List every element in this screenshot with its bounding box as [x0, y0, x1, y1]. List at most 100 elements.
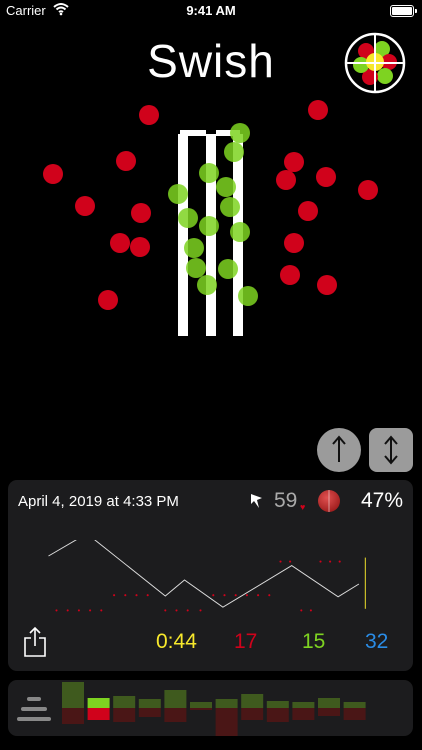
miss-marker	[276, 170, 296, 190]
history-bar-good	[87, 698, 110, 708]
history-bar-good	[62, 682, 84, 708]
hit-marker	[184, 238, 204, 258]
history-bar-bad	[343, 708, 366, 720]
trace-dot	[212, 594, 215, 597]
miss-marker	[110, 233, 130, 253]
history-bar-good	[343, 702, 366, 708]
up-arrow-icon	[332, 435, 346, 462]
history-bar-bad	[87, 708, 110, 720]
history-bar-bad	[138, 708, 161, 717]
history-bar-good	[138, 699, 161, 708]
hit-marker	[238, 286, 258, 306]
trace-dot	[175, 609, 178, 612]
trace-dot	[309, 609, 312, 612]
hit-marker	[199, 216, 219, 236]
battery-icon	[390, 5, 417, 17]
miss-marker	[280, 265, 300, 285]
miss-marker	[139, 105, 159, 125]
trace-dot	[135, 594, 138, 597]
trace-dot	[146, 594, 149, 597]
history-panel[interactable]	[8, 680, 413, 736]
miss-marker	[298, 201, 318, 221]
trace-dot	[234, 594, 237, 597]
session-timer: 0:44	[156, 630, 197, 653]
trace-dot	[66, 609, 69, 612]
up-down-arrow-icon	[384, 435, 398, 465]
share-icon[interactable]	[22, 626, 48, 658]
trace-line	[48, 540, 360, 608]
session-trace	[48, 540, 366, 612]
hit-marker	[230, 123, 250, 143]
app-logo-icon[interactable]	[344, 32, 406, 94]
miss-marker	[308, 100, 328, 120]
history-bar-good	[215, 699, 238, 708]
miss-marker	[317, 275, 337, 295]
session-date: April 4, 2019 at 4:33 PM	[18, 493, 179, 510]
history-bar-bad	[318, 708, 340, 716]
hit-marker	[220, 197, 240, 217]
miss-marker	[116, 151, 136, 171]
bowler-pin-icon	[251, 494, 262, 508]
history-bar-good	[266, 701, 289, 708]
hit-marker	[168, 184, 188, 204]
trace-dot	[113, 594, 116, 597]
miss-marker	[43, 164, 63, 184]
history-bar-good	[113, 696, 136, 708]
hit-marker	[197, 275, 217, 295]
miss-marker	[75, 196, 95, 216]
history-bar-bad	[113, 708, 136, 722]
miss-marker	[358, 180, 378, 200]
miss-marker	[284, 152, 304, 172]
miss-marker	[316, 167, 336, 187]
history-bar-chart	[62, 682, 366, 736]
trace-dot	[77, 609, 80, 612]
trace-dot	[199, 609, 202, 612]
trace-dot	[89, 609, 92, 612]
trace-dot	[245, 594, 248, 597]
trace-dot	[329, 560, 332, 563]
history-bar-good	[190, 702, 212, 708]
total-count: 32	[365, 630, 389, 653]
miss-count: 17	[234, 630, 258, 653]
session-panel[interactable]: April 4, 2019 at 4:33 PM 59 ♥ 47% 0:44 1…	[8, 480, 413, 671]
trace-dot	[338, 560, 341, 563]
trace-dot	[100, 609, 103, 612]
history-bar-bad	[164, 708, 187, 722]
history-bar-bad	[62, 708, 84, 724]
history-bar-bad	[292, 708, 315, 720]
hit-marker	[230, 222, 250, 242]
trace-dot	[300, 609, 303, 612]
status-bar: Carrier 9:41 AM	[0, 0, 422, 22]
both-direction-button[interactable]	[369, 428, 413, 472]
trace-dot	[223, 594, 226, 597]
accuracy-percent: 47%	[360, 489, 403, 512]
hit-count: 15	[302, 630, 326, 653]
history-bar-bad	[266, 708, 289, 722]
miss-marker	[130, 237, 150, 257]
history-bar-good	[164, 690, 187, 708]
trace-dot	[279, 560, 282, 563]
trace-dot	[55, 609, 58, 612]
clock: 9:41 AM	[186, 3, 236, 18]
history-bar-good	[318, 698, 340, 708]
miss-marker	[98, 290, 118, 310]
hit-marker	[218, 259, 238, 279]
miss-marker	[131, 203, 151, 223]
trace-miss-dots	[55, 560, 341, 612]
hit-marker	[199, 163, 219, 183]
trace-dot	[124, 594, 127, 597]
hit-marker	[224, 142, 244, 162]
cricket-ball-icon	[318, 490, 340, 512]
trace-dot	[319, 560, 322, 563]
history-bar-bad	[241, 708, 264, 720]
trace-dot	[289, 560, 292, 563]
miss-marker	[284, 233, 304, 253]
delivery-plot[interactable]	[0, 90, 422, 350]
heart-icon: ♥	[300, 502, 306, 512]
trace-dot	[164, 609, 167, 612]
trace-dot	[268, 594, 271, 597]
history-bar-bad	[190, 708, 212, 710]
history-bar-good	[292, 702, 315, 708]
hit-marker	[186, 258, 206, 278]
single-direction-button[interactable]	[317, 428, 361, 472]
